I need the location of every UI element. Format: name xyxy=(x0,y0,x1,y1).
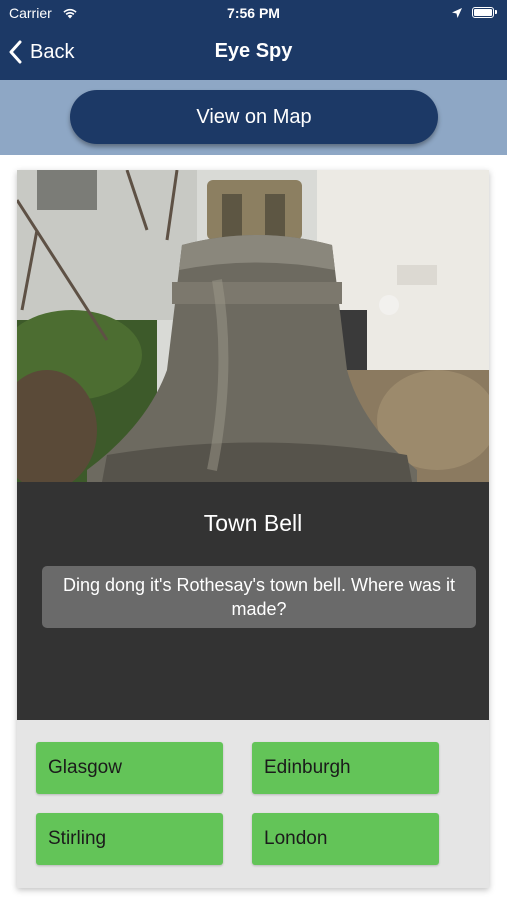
info-panel: Town Bell Ding dong it's Rothesay's town… xyxy=(17,482,489,720)
bell-photo xyxy=(17,170,489,482)
page-title: Eye Spy xyxy=(214,40,293,62)
location-arrow-icon xyxy=(451,6,463,22)
place-title: Town Bell xyxy=(203,510,303,536)
answer-button-london[interactable]: London xyxy=(252,813,439,865)
question-card: Town Bell Ding dong it's Rothesay's town… xyxy=(17,170,489,888)
battery-icon xyxy=(472,7,497,18)
top-bar: Carrier 7:56 PM Back Eye Spy xyxy=(0,0,507,80)
answer-button-glasgow[interactable]: Glasgow xyxy=(36,742,223,794)
question-text: Ding dong it's Rothesay's town bell. Whe… xyxy=(42,566,476,628)
answers-panel: Glasgow Edinburgh Stirling London xyxy=(17,720,489,888)
answer-button-stirling[interactable]: Stirling xyxy=(36,813,223,865)
status-bar: Carrier 7:56 PM xyxy=(0,0,507,28)
clock: 7:56 PM xyxy=(227,5,280,21)
answer-button-edinburgh[interactable]: Edinburgh xyxy=(252,742,439,794)
view-on-map-button[interactable]: View on Map xyxy=(70,90,438,144)
map-strip: View on Map xyxy=(0,80,507,155)
